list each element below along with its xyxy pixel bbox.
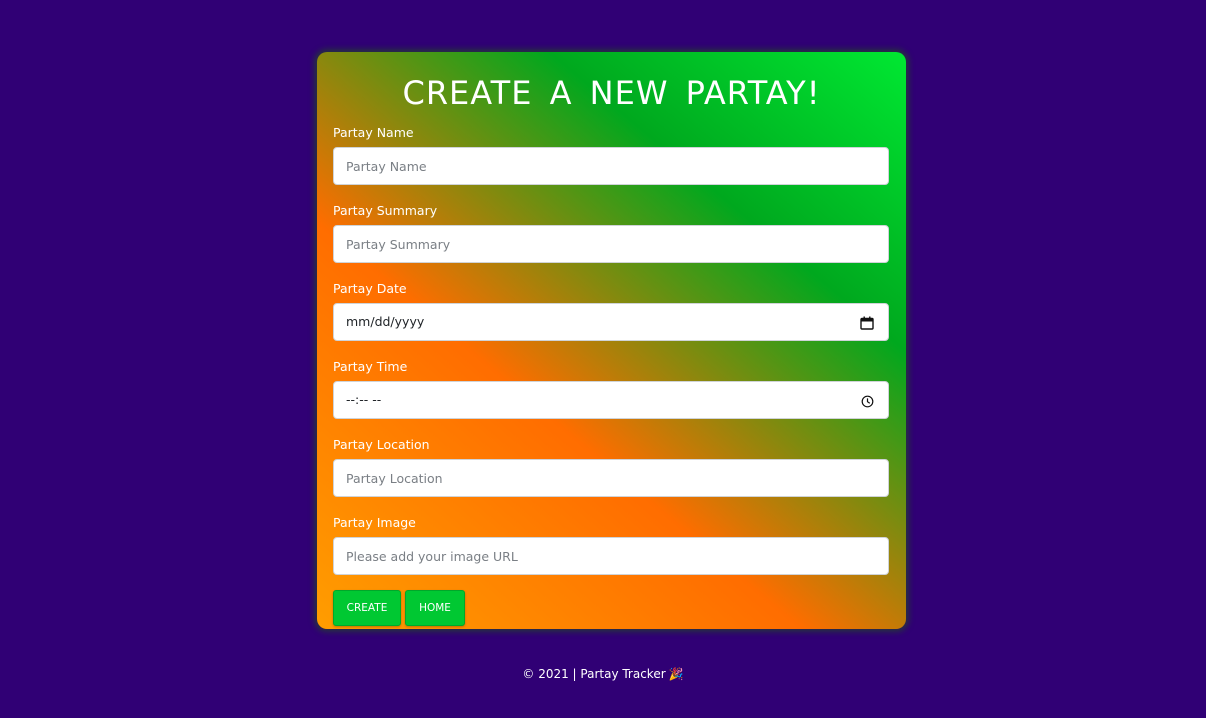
- partay-name-label: Partay Name: [333, 125, 414, 140]
- partay-date-value: mm/dd/yyyy: [346, 314, 425, 329]
- footer: © 2021 | Partay Tracker 🎉: [0, 667, 1206, 681]
- home-button[interactable]: HOME: [405, 590, 465, 626]
- partay-location-input[interactable]: [334, 460, 888, 496]
- page-title: CREATE A NEW PARTAY!: [402, 74, 821, 112]
- party-popper-icon: 🎉: [668, 667, 684, 681]
- partay-name-input[interactable]: [334, 148, 888, 184]
- partay-image-label: Partay Image: [333, 515, 416, 530]
- calendar-icon[interactable]: [860, 315, 874, 334]
- partay-name-field[interactable]: [333, 147, 889, 185]
- partay-time-input[interactable]: --:-- --: [333, 381, 889, 419]
- clock-icon[interactable]: [861, 393, 874, 412]
- partay-date-label: Partay Date: [333, 281, 407, 296]
- create-partay-card: CREATE A NEW PARTAY! Partay Name Partay …: [317, 52, 906, 629]
- create-button[interactable]: CREATE: [333, 590, 401, 626]
- partay-date-input[interactable]: mm/dd/yyyy: [333, 303, 889, 341]
- partay-image-field[interactable]: [333, 537, 889, 575]
- partay-summary-input[interactable]: [334, 226, 888, 262]
- partay-location-label: Partay Location: [333, 437, 430, 452]
- footer-text: © 2021 | Partay Tracker: [522, 667, 666, 681]
- partay-summary-label: Partay Summary: [333, 203, 438, 218]
- partay-time-label: Partay Time: [333, 359, 408, 374]
- partay-location-field[interactable]: [333, 459, 889, 497]
- partay-image-url-input[interactable]: [334, 538, 888, 574]
- partay-summary-field[interactable]: [333, 225, 889, 263]
- partay-time-value: --:-- --: [346, 392, 382, 407]
